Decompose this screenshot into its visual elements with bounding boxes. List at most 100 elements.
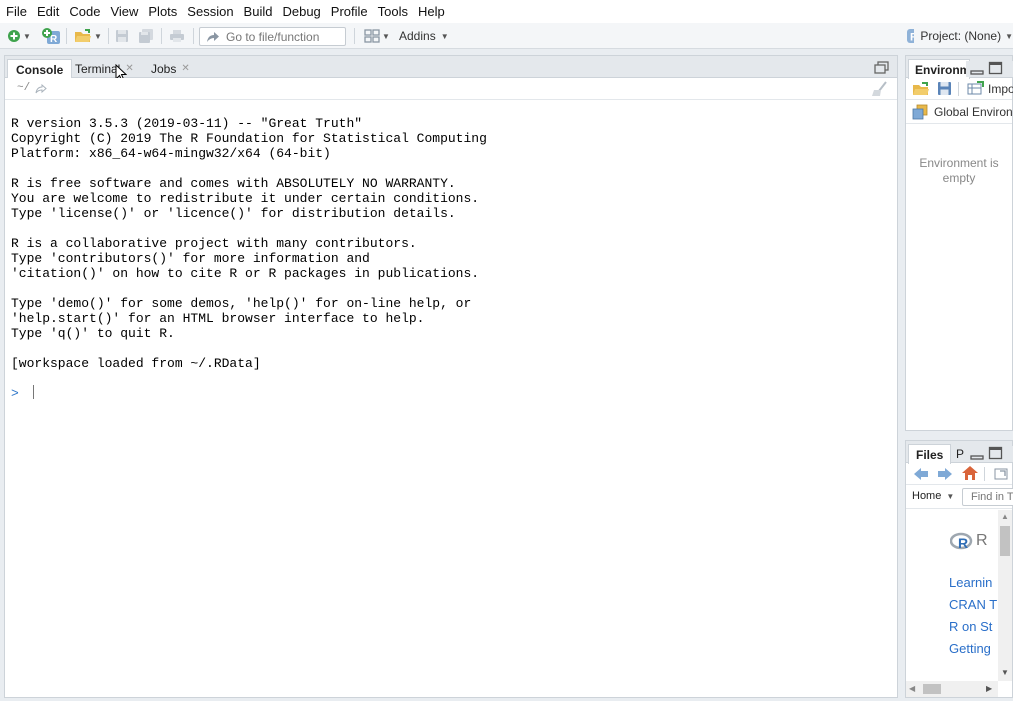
r-logo: R R bbox=[950, 532, 988, 550]
toolbar-separator bbox=[984, 467, 985, 481]
environment-pane: Environm Impo Global Environm Environmen… bbox=[905, 55, 1013, 431]
load-workspace-icon[interactable] bbox=[912, 81, 930, 96]
tab-label: Console bbox=[16, 62, 64, 77]
import-dataset-label[interactable]: Impo bbox=[988, 82, 1013, 96]
chevron-down-icon: ▼ bbox=[382, 31, 390, 41]
tab-terminal[interactable]: Terminal ✕ bbox=[67, 59, 142, 78]
tab-environment[interactable]: Environm bbox=[908, 59, 970, 79]
help-home-dropdown[interactable]: Home ▼ bbox=[912, 490, 954, 502]
console-line: Type 'demo()' for some demos, 'help()' f… bbox=[11, 296, 472, 311]
chevron-down-icon: ▼ bbox=[94, 31, 102, 41]
horizontal-scrollbar[interactable]: ◀ ▶ bbox=[906, 681, 998, 697]
help-link-learning[interactable]: Learnin bbox=[949, 572, 997, 594]
clear-console-broom-icon[interactable] bbox=[871, 81, 889, 97]
console-line: Type 'contributors()' for more informati… bbox=[11, 251, 370, 266]
scroll-up-icon[interactable]: ▲ bbox=[1001, 512, 1009, 521]
menu-code[interactable]: Code bbox=[67, 4, 108, 19]
menu-file[interactable]: File bbox=[4, 4, 35, 19]
addins-label: Addins bbox=[399, 29, 436, 43]
find-in-topic-field[interactable] bbox=[962, 488, 1013, 506]
back-arrow-icon[interactable] bbox=[913, 467, 929, 481]
console-line: R version 3.5.3 (2019-03-11) -- "Great T… bbox=[11, 116, 363, 131]
environment-scope-bar: Global Environm bbox=[906, 100, 1013, 124]
open-file-button[interactable]: ▼ bbox=[72, 27, 104, 45]
scroll-down-icon[interactable]: ▼ bbox=[1001, 668, 1009, 677]
text-cursor bbox=[32, 385, 34, 399]
home-label: Home bbox=[912, 490, 942, 502]
project-menu[interactable]: R Project: (None) ▼ bbox=[906, 27, 1013, 45]
save-all-button[interactable] bbox=[136, 27, 156, 45]
help-nav-bar: Home ▼ bbox=[906, 485, 1013, 509]
menu-help[interactable]: Help bbox=[416, 4, 453, 19]
menu-view[interactable]: View bbox=[108, 4, 146, 19]
toolbar-separator bbox=[161, 28, 162, 44]
menu-tools[interactable]: Tools bbox=[376, 4, 416, 19]
menu-plots[interactable]: Plots bbox=[146, 4, 185, 19]
chevron-down-icon: ▼ bbox=[23, 31, 31, 41]
console-prompt-line[interactable]: > bbox=[11, 385, 34, 401]
working-directory[interactable]: ~/ bbox=[17, 82, 30, 94]
tab-files[interactable]: Files bbox=[908, 444, 952, 464]
menu-edit[interactable]: Edit bbox=[35, 4, 67, 19]
menu-bar: File Edit Code View Plots Session Build … bbox=[0, 0, 1013, 23]
new-project-button[interactable]: R bbox=[40, 27, 62, 45]
r-logo-icon: R bbox=[950, 532, 973, 550]
close-icon[interactable]: ✕ bbox=[181, 63, 189, 74]
toolbar-separator bbox=[958, 82, 959, 96]
find-in-topic-input[interactable] bbox=[971, 491, 1013, 503]
console-path-bar: ~/ bbox=[5, 78, 897, 100]
forward-arrow-icon[interactable] bbox=[937, 467, 953, 481]
maximize-pane-icon[interactable] bbox=[988, 446, 1004, 461]
go-to-directory-icon[interactable] bbox=[35, 84, 47, 94]
vertical-scrollbar[interactable]: ▲ ▼ bbox=[998, 510, 1012, 681]
new-file-icon bbox=[8, 30, 21, 42]
tab-label: Environm bbox=[915, 62, 970, 77]
console-prompt: > bbox=[11, 386, 19, 401]
grid-layout-icon bbox=[364, 29, 380, 43]
menu-debug[interactable]: Debug bbox=[280, 4, 328, 19]
new-project-icon: R bbox=[42, 28, 60, 45]
scrollbar-thumb[interactable] bbox=[923, 684, 941, 694]
scroll-left-icon[interactable]: ◀ bbox=[909, 684, 915, 693]
help-link-getting-help[interactable]: Getting bbox=[949, 638, 997, 660]
menu-build[interactable]: Build bbox=[242, 4, 281, 19]
new-file-button[interactable]: ▼ bbox=[2, 27, 36, 45]
minimize-pane-icon[interactable] bbox=[970, 448, 984, 461]
global-environment-icon bbox=[912, 104, 928, 120]
import-dataset-icon[interactable] bbox=[967, 81, 985, 96]
maximize-pane-icon[interactable] bbox=[988, 61, 1004, 76]
addins-menu[interactable]: Addins ▼ bbox=[399, 27, 449, 45]
save-button[interactable] bbox=[113, 27, 131, 45]
home-icon[interactable] bbox=[961, 465, 979, 482]
console-line: Type 'q()' to quit R. bbox=[11, 326, 175, 341]
chevron-down-icon: ▼ bbox=[440, 31, 449, 41]
go-to-file-input[interactable] bbox=[226, 29, 336, 44]
r-logo-text: R bbox=[976, 532, 988, 549]
environment-scope-selector[interactable]: Global Environm bbox=[934, 105, 1013, 119]
pane-layout-button[interactable]: ▼ bbox=[361, 27, 393, 45]
minimize-pane-icon[interactable] bbox=[970, 63, 984, 76]
menu-session[interactable]: Session bbox=[185, 4, 241, 19]
help-link-r-on-stackoverflow[interactable]: R on St bbox=[949, 616, 997, 638]
print-button[interactable] bbox=[167, 27, 187, 45]
help-link-cran[interactable]: CRAN T bbox=[949, 594, 997, 616]
console-line: 'citation()' on how to cite R or R packa… bbox=[11, 266, 480, 281]
menu-profile[interactable]: Profile bbox=[329, 4, 376, 19]
r-project-icon: R bbox=[907, 29, 915, 44]
console-output-area[interactable]: R version 3.5.3 (2019-03-11) -- "Great T… bbox=[5, 100, 897, 697]
tab-console[interactable]: Console bbox=[7, 59, 73, 79]
restore-pane-icon[interactable] bbox=[874, 61, 889, 74]
save-workspace-icon[interactable] bbox=[937, 81, 952, 96]
toolbar-separator bbox=[354, 28, 355, 44]
tab-jobs[interactable]: Jobs ✕ bbox=[143, 59, 198, 78]
chevron-down-icon: ▼ bbox=[1005, 31, 1013, 41]
scroll-right-icon[interactable]: ▶ bbox=[986, 684, 992, 693]
go-to-file-function[interactable] bbox=[199, 27, 346, 46]
open-in-new-window-icon[interactable] bbox=[992, 466, 1010, 482]
scrollbar-thumb[interactable] bbox=[1000, 526, 1010, 556]
console-line: Platform: x86_64-w64-mingw32/x64 (64-bit… bbox=[11, 146, 331, 161]
